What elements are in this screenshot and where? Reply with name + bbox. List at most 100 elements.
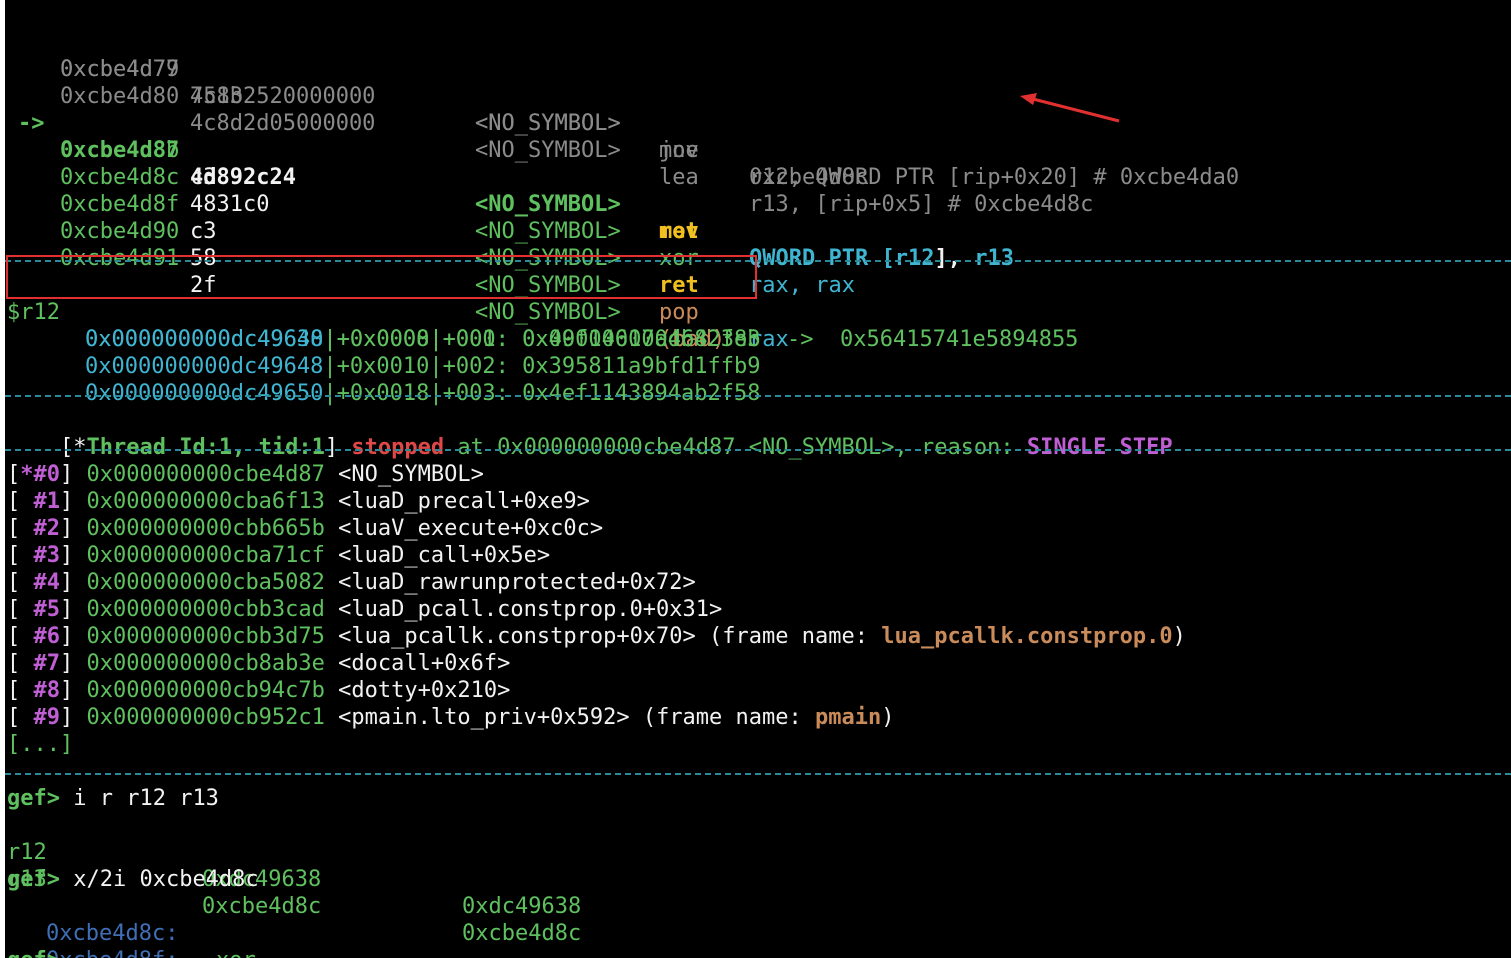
deref-row: 0x000000000dc49640|+0x0008|+001: 0x49f14… — [7, 299, 761, 352]
operand-register: r13 — [974, 246, 1014, 271]
trace-row: [ #9] 0x000000000cb952c1 <pmain.lto_priv… — [7, 705, 895, 730]
disasm-operands: r13, [rip+0x5] # 0xcbe4d8c — [749, 192, 1094, 217]
operand-text: ], — [934, 246, 975, 271]
x-output-row: 0xcbe4d8c: xor rax,rax — [7, 893, 256, 958]
deref-value: 0x395811a9bfd1ffb9 — [522, 354, 761, 379]
trace-symbol: <luaD_call+0x5e> — [338, 543, 551, 568]
disasm-mnemonic: lea — [659, 165, 699, 190]
disasm-bytes: 4831c0 — [190, 192, 270, 217]
trace-address: 0x000000000cbb3d75 — [86, 624, 325, 649]
deref-address: 0x000000000dc49640 — [85, 327, 324, 352]
highlight-box — [6, 255, 757, 299]
register-value: 0xdc49638 — [462, 894, 582, 919]
deref-chain-value: 0x56415741e5894855 — [840, 327, 1079, 352]
trace-address: 0x000000000cb94c7b — [86, 678, 325, 703]
trace-row: [ #8] 0x000000000cb94c7b <dotty+0x210> — [7, 678, 511, 703]
trace-index: *#0 — [20, 462, 60, 487]
trace-index: #4 — [20, 570, 60, 595]
deref-offset: |+0x0010|+002: — [323, 354, 523, 379]
disasm-row: 0xcbe4d80 4c8d2d05000000 <NO_SYMBOL> lea… — [8, 56, 1093, 217]
disasm-mnemonic: mov — [659, 138, 699, 163]
trace-index: #6 — [20, 624, 60, 649]
frame-name-label: (frame name: — [695, 624, 882, 649]
disasm-row: 0xcbe4d8f c3 <NO_SYMBOL> ret — [8, 164, 699, 298]
disasm-bytes: 4c8b2520000000 — [190, 84, 376, 109]
disasm-row: 0xcbe4d77 7513 <NO_SYMBOL> jne 0xcbe4d8c — [8, 2, 868, 190]
thread-reason-word: SINGLE — [1026, 435, 1107, 460]
deref-offset: |+0x0018|+003: — [323, 381, 523, 406]
trace-index: #7 — [20, 651, 60, 676]
trace-index: #2 — [20, 516, 60, 541]
trace-row: [ #7] 0x000000000cb8ab3e <docall+0x6f> — [7, 651, 511, 676]
console-command-line: gef> x/2i 0xcbe4d8c — [7, 866, 259, 893]
disasm-operands: rax, rax — [749, 273, 855, 298]
console-command: i r r12 r13 — [73, 786, 219, 811]
deref-row: 0x000000000dc49650|+0x0018|+003: 0x4ef11… — [7, 353, 761, 406]
trace-symbol: <lua_pcallk.constprop+0x70> — [338, 624, 696, 649]
disasm-symbol: <NO_SYMBOL> — [475, 300, 621, 325]
register-value: 0xcbe4d8c — [462, 921, 582, 946]
trace-index: #5 — [20, 597, 60, 622]
trace-symbol: <docall+0x6f> — [338, 651, 511, 676]
trace-symbol: <luaD_precall+0xe9> — [338, 489, 590, 514]
deref-offset: |+0x0008|+001: — [323, 327, 523, 352]
thread-bracket-open: [* — [59, 435, 87, 460]
trace-address: 0x000000000cb952c1 — [86, 705, 325, 730]
trace-index: #9 — [20, 705, 60, 730]
register-row: r12 0xdc49638 0xdc49638 — [7, 812, 581, 919]
disasm-symbol: <NO_SYMBOL> — [475, 192, 621, 217]
trace-row: [ #6] 0x000000000cbb3d75 <lua_pcallk.con… — [7, 624, 1186, 649]
trace-row: [ #3] 0x000000000cba71cf <luaD_call+0x5e… — [7, 543, 551, 568]
console-command-line[interactable]: gef> — [7, 947, 73, 958]
terminal-window[interactable]: 0xcbe4d77 7513 <NO_SYMBOL> jne 0xcbe4d8c… — [5, 0, 1511, 958]
console-command: x/2i 0xcbe4d8c — [73, 867, 259, 892]
deref-value: 0x4ef1143894ab2f58 — [522, 381, 761, 406]
trace-row: [ #4] 0x000000000cba5082 <luaD_rawrunpro… — [7, 570, 696, 595]
disasm-symbol: <NO_SYMBOL> — [475, 219, 621, 244]
operand-register: r12 — [894, 246, 935, 271]
trace-symbol: <dotty+0x210> — [338, 678, 511, 703]
frame-name: lua_pcallk.constprop.0 — [881, 624, 1173, 649]
disasm-mnemonic: pop — [659, 300, 699, 325]
trace-address: 0x000000000cbb3cad — [86, 597, 325, 622]
deref-address: 0x000000000dc49650 — [85, 381, 324, 406]
disasm-row: 0xcbe4d91 2f <NO_SYMBOL> (bad) — [8, 218, 725, 352]
deref-address: 0x000000000dc49648 — [85, 354, 324, 379]
disasm-operands: r12, QWORD PTR [rip+0x20] # 0xcbe4da0 — [749, 165, 1240, 190]
trace-address: 0x000000000cb8ab3e — [86, 651, 325, 676]
trace-more: [...] — [7, 732, 74, 757]
deref-row: 0x000000000dc49648|+0x0010|+002: 0x39581… — [7, 326, 761, 379]
trace-symbol: <luaV_execute+0xc0c> — [338, 516, 604, 541]
thread-status: [*Thread Id:1, tid:1] stopped at 0x00000… — [7, 407, 1173, 460]
thread-stopped: stopped — [351, 435, 445, 460]
trace-row: [ #5] 0x000000000cbb3cad <luaD_pcall.con… — [7, 597, 723, 622]
deref-value: 0x49f14617a46423e3 — [522, 327, 761, 352]
trace-address: 0x000000000cba5082 — [86, 570, 325, 595]
trace-row: [*#0] 0x000000000cbe4d87 <NO_SYMBOL> — [7, 462, 484, 487]
section-separator — [5, 773, 1511, 775]
trace-index: #1 — [20, 489, 60, 514]
gef-prompt: gef> — [7, 786, 74, 811]
disasm-symbol: <NO_SYMBOL> — [475, 138, 621, 163]
disasm-row-current: -> 0xcbe4d87 4d892c24 <NO_SYMBOL> mov QW… — [8, 83, 1014, 271]
deref-chain-arrow: -> — [760, 327, 841, 352]
section-separator — [5, 395, 1511, 397]
thread-reason-word: STEP — [1119, 435, 1173, 460]
frame-name-close: ) — [1172, 624, 1186, 649]
thread-id: Thread Id:1, tid:1 — [86, 435, 325, 460]
thread-location: at 0x000000000cbe4d87 <NO_SYMBOL>, reaso… — [444, 435, 1027, 460]
x-mnemonic: xor — [216, 947, 256, 958]
trace-address: 0x000000000cbb665b — [86, 516, 325, 541]
frame-name-close: ) — [881, 705, 895, 730]
gef-prompt: gef> — [7, 948, 73, 958]
section-separator — [5, 449, 1511, 451]
thread-bracket-close: ] — [324, 435, 352, 460]
disasm-bytes: c3 — [190, 165, 217, 190]
disasm-row: 0xcbe4d8c 4831c0 <NO_SYMBOL> xor rax, ra… — [8, 137, 855, 298]
disasm-operands: QWORD PTR [r12], r13 — [749, 245, 1014, 272]
annotation-arrow-icon — [1020, 93, 1120, 123]
trace-symbol: <luaD_rawrunprotected+0x72> — [338, 570, 696, 595]
disasm-row: 0xcbe4d8b c3 <NO_SYMBOL> ret — [8, 110, 699, 244]
disasm-bytes: 4c8d2d05000000 — [190, 111, 376, 136]
disasm-row: 0xcbe4d90 58 <NO_SYMBOL> pop rax — [8, 191, 789, 352]
